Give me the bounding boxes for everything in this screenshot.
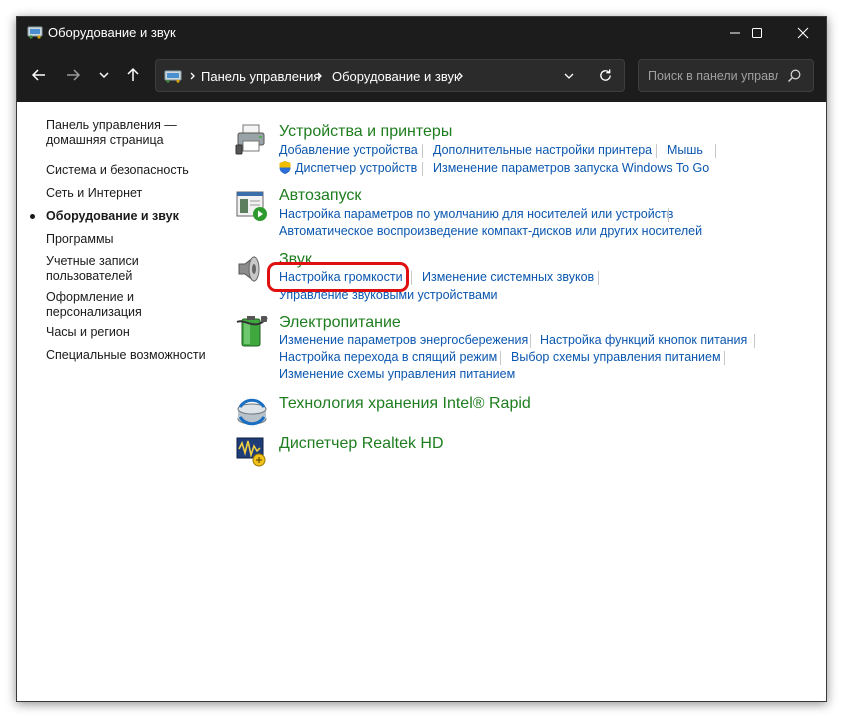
maximize-icon — [752, 27, 762, 38]
chevron-right-icon — [190, 72, 195, 80]
control-panel-window: Оборудование и звук Панель управления Об… — [16, 16, 827, 702]
sidebar-item-network-and-internet[interactable]: Сеть и Интернет — [46, 186, 216, 201]
link-windows-to-go[interactable]: Изменение параметров запуска Windows To … — [433, 161, 709, 175]
sidebar-item-ease-of-access[interactable]: Специальные возможности — [46, 348, 216, 363]
control-panel-icon — [164, 70, 182, 83]
chevron-down-icon[interactable] — [563, 70, 575, 82]
maximize-button[interactable] — [734, 17, 780, 48]
link-autoplay-cds[interactable]: Автоматическое воспроизведение компакт-д… — [279, 224, 702, 238]
link-sleep-settings[interactable]: Настройка перехода в спящий режим — [279, 350, 497, 364]
arrow-right-icon — [67, 69, 81, 81]
divider — [411, 271, 412, 285]
link-change-system-sounds[interactable]: Изменение системных звуков — [422, 270, 594, 284]
arrow-left-icon — [31, 69, 45, 81]
sidebar-item-appearance-and-personalization[interactable]: Оформление и персонализация — [46, 290, 146, 320]
divider — [422, 144, 423, 158]
close-icon — [797, 27, 809, 38]
address-bar[interactable]: Панель управления Оборудование и звук — [155, 59, 625, 92]
link-autoplay-defaults[interactable]: Настройка параметров по умолчанию для но… — [279, 207, 673, 221]
breadcrumb-hardware-and-sound[interactable]: Оборудование и звук — [332, 69, 460, 84]
sidebar-item-control-panel-home[interactable]: Панель управления — домашняя страница — [46, 118, 216, 148]
category-title[interactable]: Электропитание — [279, 314, 401, 332]
shield-icon — [279, 161, 291, 174]
divider — [530, 334, 531, 348]
sidebar-item-clock-and-region[interactable]: Часы и регион — [46, 325, 216, 340]
up-button[interactable] — [119, 61, 147, 89]
link-add-device[interactable]: Добавление устройства — [279, 143, 418, 157]
sidebar-item-system-and-security[interactable]: Система и безопасность — [46, 163, 216, 178]
control-panel-icon — [27, 26, 43, 39]
autoplay-icon — [236, 191, 267, 221]
link-device-manager[interactable]: Диспетчер устройств — [295, 161, 417, 175]
link-mouse[interactable]: Мышь — [667, 143, 703, 157]
printer-icon — [235, 124, 265, 155]
battery-icon — [236, 316, 268, 347]
divider — [668, 208, 669, 222]
link-choose-power-plan[interactable]: Выбор схемы управления питанием — [511, 350, 721, 364]
sidebar-item-hardware-and-sound[interactable]: Оборудование и звук — [46, 209, 216, 224]
sidebar-item-programs[interactable]: Программы — [46, 232, 216, 247]
chevron-right-icon — [317, 72, 322, 80]
chevron-down-icon — [99, 72, 109, 79]
link-energy-saving-settings[interactable]: Изменение параметров энергосбережения — [279, 333, 528, 347]
divider — [422, 162, 423, 176]
forward-button[interactable] — [59, 61, 87, 89]
intel-storage-icon — [237, 398, 267, 426]
title-bar[interactable]: Оборудование и звук — [17, 17, 826, 48]
active-indicator — [30, 214, 35, 219]
link-change-power-plan[interactable]: Изменение схемы управления питанием — [279, 367, 515, 381]
search-box[interactable] — [638, 59, 814, 92]
window-title: Оборудование и звук — [48, 25, 176, 40]
category-title[interactable]: Диспетчер Realtek HD — [279, 435, 444, 453]
back-button[interactable] — [25, 61, 53, 89]
link-advanced-printer-setup[interactable]: Дополнительные настройки принтера — [433, 143, 652, 157]
highlight-annotation — [267, 262, 409, 292]
divider — [724, 351, 725, 365]
search-input[interactable] — [648, 67, 778, 85]
close-button[interactable] — [780, 17, 826, 48]
divider — [500, 351, 501, 365]
link-power-buttons[interactable]: Настройка функций кнопок питания — [540, 333, 747, 347]
recent-locations-button[interactable] — [90, 61, 118, 89]
sidebar-item-user-accounts[interactable]: Учетные записи пользователей — [46, 254, 146, 284]
speaker-icon — [238, 255, 260, 283]
breadcrumb-control-panel[interactable]: Панель управления — [201, 69, 320, 84]
divider — [656, 144, 657, 158]
navigation-bar: Панель управления Оборудование и звук — [17, 48, 826, 102]
category-title[interactable]: Устройства и принтеры — [279, 123, 452, 141]
arrow-up-icon — [127, 67, 139, 81]
chevron-right-icon — [458, 72, 463, 80]
divider — [715, 144, 716, 158]
realtek-icon — [236, 437, 266, 467]
refresh-icon[interactable] — [598, 68, 613, 83]
search-icon[interactable] — [786, 68, 802, 84]
divider — [754, 334, 755, 348]
divider — [598, 271, 599, 285]
category-title[interactable]: Технология хранения Intel® Rapid — [279, 395, 531, 413]
category-title[interactable]: Автозапуск — [279, 187, 361, 205]
